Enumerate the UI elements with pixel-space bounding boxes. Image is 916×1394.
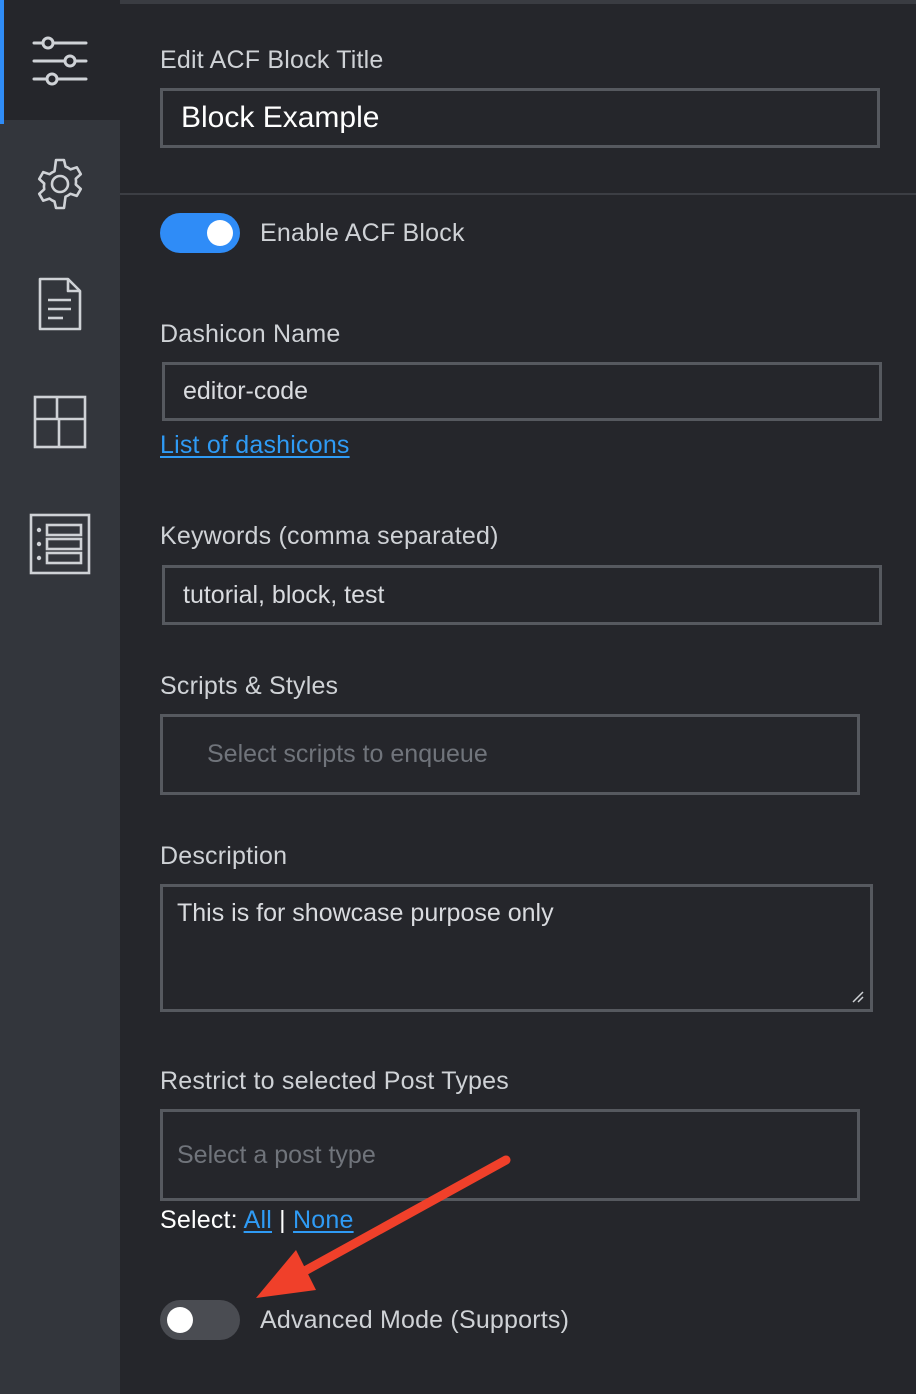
advanced-mode-toggle[interactable]: [160, 1300, 240, 1340]
select-links-row: Select: All | None: [160, 1206, 354, 1235]
select-none-link[interactable]: None: [293, 1206, 354, 1234]
advanced-mode-label: Advanced Mode (Supports): [260, 1306, 570, 1334]
description-value: This is for showcase purpose only: [177, 899, 554, 927]
block-title-value: Block Example: [181, 101, 380, 134]
document-icon: [38, 277, 82, 331]
description-textarea[interactable]: This is for showcase purpose only: [160, 884, 873, 1012]
tab-general-settings[interactable]: [0, 124, 120, 244]
resize-handle-icon[interactable]: [852, 991, 864, 1003]
layout-icon: [33, 395, 87, 449]
tab-layout[interactable]: [0, 362, 120, 482]
scripts-label: Scripts & Styles: [160, 672, 339, 700]
dashicons-list-link[interactable]: List of dashicons: [160, 431, 350, 460]
block-title-label: Edit ACF Block Title: [160, 46, 384, 74]
post-types-select[interactable]: Select a post type: [160, 1109, 860, 1201]
keywords-value: tutorial, block, test: [183, 580, 385, 609]
post-types-placeholder: Select a post type: [177, 1140, 376, 1169]
tab-fields[interactable]: [0, 484, 120, 604]
list-icon: [29, 513, 91, 575]
enable-block-toggle[interactable]: [160, 213, 240, 253]
dashicon-input[interactable]: editor-code: [162, 362, 882, 421]
tab-document[interactable]: [0, 244, 120, 364]
toggle-knob: [167, 1307, 193, 1333]
scripts-placeholder: Select scripts to enqueue: [207, 740, 488, 768]
gear-icon: [37, 158, 83, 210]
keywords-input[interactable]: tutorial, block, test: [162, 565, 882, 625]
select-prefix: Select:: [160, 1206, 238, 1234]
dashicon-label: Dashicon Name: [160, 320, 341, 348]
sidebar: [0, 0, 120, 1394]
enable-block-label: Enable ACF Block: [260, 219, 465, 247]
select-all-link[interactable]: All: [244, 1206, 272, 1234]
description-label: Description: [160, 842, 288, 870]
tab-block-settings[interactable]: [0, 0, 120, 124]
toggle-knob: [207, 220, 233, 246]
keywords-label: Keywords (comma separated): [160, 522, 499, 550]
dashicon-value: editor-code: [183, 377, 309, 405]
sliders-icon: [32, 36, 88, 86]
block-title-input[interactable]: Block Example: [160, 88, 880, 148]
section-divider: [120, 193, 916, 195]
settings-panel: Edit ACF Block Title Block Example Enabl…: [120, 0, 916, 1394]
select-separator: |: [279, 1206, 286, 1234]
scripts-select[interactable]: Select scripts to enqueue: [160, 714, 860, 795]
post-types-label: Restrict to selected Post Types: [160, 1067, 509, 1095]
